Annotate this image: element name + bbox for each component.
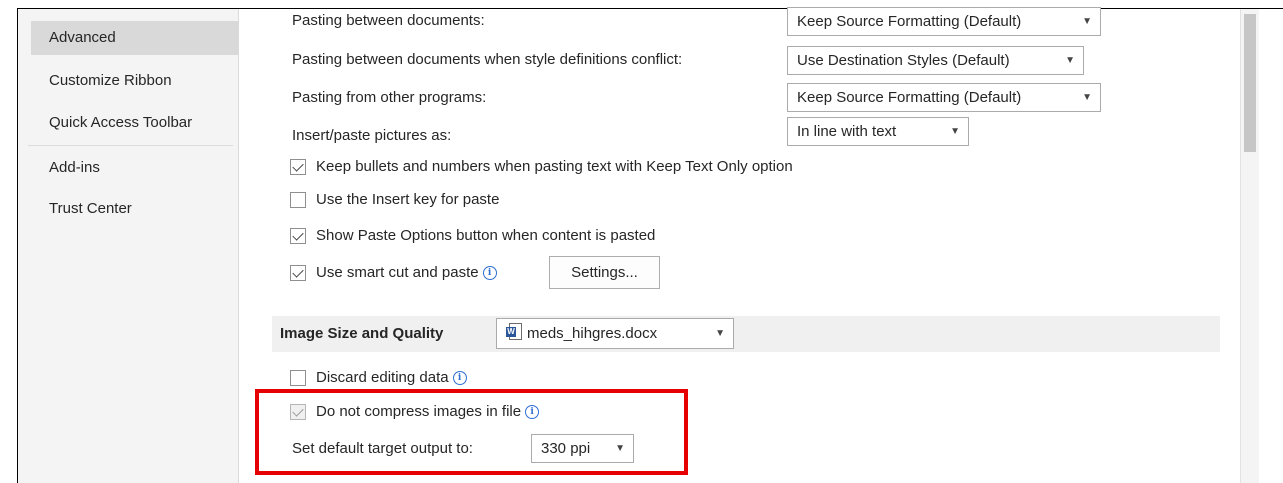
sidebar-item-trust-center[interactable]: Trust Center bbox=[31, 192, 238, 226]
other-programs-select[interactable]: Keep Source Formatting (Default) ▼ bbox=[787, 83, 1101, 112]
style-conflict-select[interactable]: Use Destination Styles (Default) ▼ bbox=[787, 46, 1084, 75]
insert-key-checkbox[interactable] bbox=[290, 192, 306, 208]
image-quality-section-header: Image Size and Quality bbox=[272, 316, 1220, 352]
chevron-down-icon: ▼ bbox=[1082, 16, 1092, 27]
select-value: In line with text bbox=[797, 123, 897, 140]
chevron-down-icon: ▼ bbox=[950, 126, 960, 137]
sidebar-item-add-ins[interactable]: Add-ins bbox=[31, 151, 238, 185]
word-document-icon: W bbox=[506, 323, 522, 341]
info-icon: i bbox=[482, 266, 497, 280]
show-paste-options-label: Show Paste Options button when content i… bbox=[316, 227, 656, 244]
show-paste-options-checkbox[interactable] bbox=[290, 228, 306, 244]
chevron-down-icon: ▼ bbox=[1082, 92, 1092, 103]
insert-key-label: Use the Insert key for paste bbox=[316, 191, 500, 208]
pictures-as-label: Insert/paste pictures as: bbox=[292, 127, 452, 144]
image-quality-document-select[interactable]: Wmeds_hihgres.docx ▼ bbox=[496, 318, 734, 349]
sidebar-item-quick-access-toolbar[interactable]: Quick Access Toolbar bbox=[31, 106, 238, 140]
sidebar-item-label: Advanced bbox=[49, 29, 116, 46]
chevron-down-icon: ▼ bbox=[1065, 55, 1075, 66]
options-sidebar: Advanced Customize Ribbon Quick Access T… bbox=[18, 9, 239, 483]
sidebar-item-advanced[interactable]: Advanced bbox=[31, 21, 238, 55]
highlight-box bbox=[255, 389, 688, 475]
scrollbar-thumb[interactable] bbox=[1244, 14, 1256, 152]
other-programs-label: Pasting from other programs: bbox=[292, 89, 487, 106]
sidebar-item-label: Add-ins bbox=[49, 159, 100, 176]
smart-cut-checkbox[interactable] bbox=[290, 265, 306, 281]
smart-cut-label-wrap: Use smart cut and paste i bbox=[316, 263, 497, 283]
select-value: Keep Source Formatting (Default) bbox=[797, 13, 1022, 30]
keep-bullets-label: Keep bullets and numbers when pasting te… bbox=[316, 158, 793, 175]
pictures-as-select[interactable]: In line with text ▼ bbox=[787, 117, 969, 146]
sidebar-item-customize-ribbon[interactable]: Customize Ribbon bbox=[31, 64, 238, 98]
discard-editing-label-wrap: Discard editing data i bbox=[316, 368, 467, 388]
discard-editing-label: Discard editing data bbox=[316, 369, 449, 386]
pasting-between-docs-label: Pasting between documents: bbox=[292, 12, 485, 29]
sidebar-item-label: Quick Access Toolbar bbox=[49, 114, 193, 131]
sidebar-item-label: Customize Ribbon bbox=[49, 72, 172, 89]
info-icon: i bbox=[452, 371, 467, 385]
select-value: Keep Source Formatting (Default) bbox=[797, 89, 1022, 106]
smart-cut-label: Use smart cut and paste bbox=[316, 264, 479, 281]
select-value: Use Destination Styles (Default) bbox=[797, 52, 1010, 69]
section-title: Image Size and Quality bbox=[280, 325, 444, 342]
sidebar-item-label: Trust Center bbox=[49, 200, 132, 217]
keep-bullets-checkbox[interactable] bbox=[290, 159, 306, 175]
style-conflict-label: Pasting between documents when style def… bbox=[292, 51, 683, 68]
sidebar-divider bbox=[28, 145, 233, 146]
select-value: meds_hihgres.docx bbox=[527, 325, 658, 342]
chevron-down-icon: ▼ bbox=[715, 328, 725, 339]
discard-editing-checkbox[interactable] bbox=[290, 370, 306, 386]
vertical-scrollbar[interactable] bbox=[1240, 9, 1259, 483]
settings-button[interactable]: Settings... bbox=[549, 256, 660, 289]
pasting-between-docs-select[interactable]: Keep Source Formatting (Default) ▼ bbox=[787, 7, 1101, 36]
